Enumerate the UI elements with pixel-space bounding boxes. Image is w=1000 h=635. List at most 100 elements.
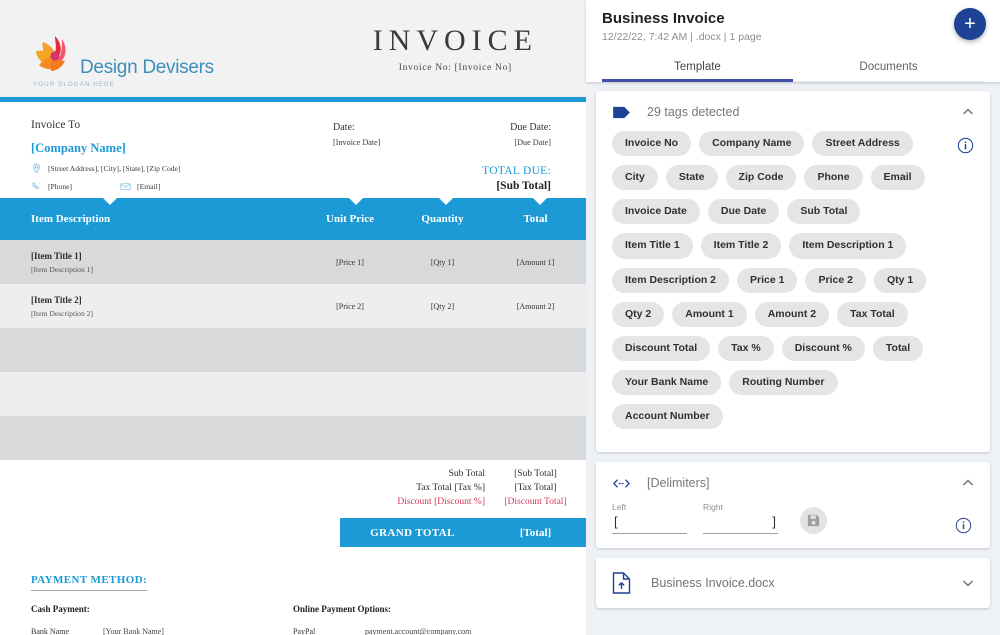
- delimiters-body: Left [ Right ]: [596, 502, 990, 548]
- tag-chip[interactable]: Amount 1: [672, 302, 746, 327]
- tab-template[interactable]: Template: [602, 52, 793, 81]
- page-title: Business Invoice: [602, 10, 984, 27]
- tag-chip[interactable]: Discount Total: [612, 336, 710, 361]
- bank-name-value: [Your Bank Name]: [103, 627, 164, 635]
- tags-detected-label: 29 tags detected: [647, 105, 960, 119]
- tag-chip[interactable]: City: [612, 165, 658, 190]
- total-due-value: [Sub Total]: [482, 180, 551, 192]
- invoice-title-block: INVOICE Invoice No: [Invoice No]: [373, 26, 538, 73]
- tag-chip[interactable]: Account Number: [612, 404, 723, 429]
- tag-chip[interactable]: Email: [871, 165, 925, 190]
- table-row: [Item Title 1] [Item Description 1] [Pri…: [0, 240, 586, 284]
- table-cell-quantity: [Qty 1]: [400, 258, 485, 267]
- payment-method-block: PAYMENT METHOD: Cash Payment: Bank Name …: [0, 547, 586, 635]
- right-delimiter-field[interactable]: Right ]: [703, 502, 778, 534]
- tag-chip[interactable]: Price 2: [805, 268, 865, 293]
- table-cell-amount: [Amount 1]: [485, 258, 586, 267]
- item-description: [Item Description 1]: [31, 265, 300, 274]
- app-root: Design Devisers YOUR SLOGAN HERE INVOICE…: [0, 0, 1000, 635]
- tag-list: Invoice No Company Name Street Address City…: [612, 131, 953, 438]
- invoice-table-header: Item Description Unit Price Quantity Tot…: [0, 198, 586, 240]
- table-row-empty: [0, 328, 586, 372]
- document-upload-icon: [612, 572, 631, 594]
- tag-chip[interactable]: Amount 2: [755, 302, 829, 327]
- paypal-key: PayPal: [293, 627, 365, 635]
- info-icon[interactable]: [955, 517, 972, 534]
- right-delimiter-input[interactable]: ]: [703, 513, 778, 534]
- invoice-number: Invoice No: [Invoice No]: [373, 63, 538, 73]
- tags-card: 29 tags detected Invoice No Company Name S…: [596, 91, 990, 452]
- tag-chip[interactable]: Street Address: [812, 131, 912, 156]
- invoice-date-label: Date:: [333, 122, 381, 133]
- tag-chip[interactable]: Invoice No: [612, 131, 691, 156]
- tags-section-header[interactable]: 29 tags detected: [596, 91, 990, 131]
- delimiters-label: [Delimiters]: [647, 476, 960, 490]
- tab-documents[interactable]: Documents: [793, 52, 984, 81]
- bank-name-key: Bank Name: [31, 627, 103, 635]
- file-card[interactable]: Business Invoice.docx: [596, 558, 990, 608]
- online-payment-column: Online Payment Options: PayPal payment.a…: [293, 604, 555, 635]
- template-side-panel: Business Invoice 12/22/22, 7:42 AM | .do…: [586, 0, 1000, 635]
- chevron-up-icon[interactable]: [960, 104, 976, 120]
- chevron-down-icon[interactable]: [960, 575, 976, 591]
- tax-label: Tax Total [Tax %]: [334, 483, 485, 493]
- billing-block: Invoice To [Company Name] [Street Addres…: [0, 102, 586, 198]
- delimiters-section-header[interactable]: [Delimiters]: [596, 462, 990, 502]
- item-title: [Item Title 1]: [31, 251, 300, 261]
- bill-to-block: Invoice To [Company Name] [Street Addres…: [31, 119, 180, 192]
- column-header-item-description: Item Description: [0, 213, 300, 225]
- totals-tax-row: Tax Total [Tax %] [Tax Total]: [0, 483, 586, 493]
- file-name-label: Business Invoice.docx: [651, 576, 960, 590]
- delimiters-card: [Delimiters] Left [ Right ]: [596, 462, 990, 548]
- chevron-up-icon[interactable]: [960, 475, 976, 491]
- tag-chip[interactable]: Item Description 1: [789, 233, 906, 258]
- tag-chip[interactable]: Discount %: [782, 336, 865, 361]
- info-icon[interactable]: [957, 137, 974, 154]
- table-cell-description: [Item Title 2] [Item Description 2]: [0, 295, 300, 318]
- tag-chip[interactable]: Qty 2: [612, 302, 664, 327]
- logo-slogan: YOUR SLOGAN HERE: [33, 81, 115, 88]
- tag-chip[interactable]: Tax %: [718, 336, 774, 361]
- tag-icon: [612, 106, 631, 119]
- paypal-row: PayPal payment.account@company.com: [293, 627, 555, 635]
- tag-chip[interactable]: Item Title 1: [612, 233, 693, 258]
- left-delimiter-field[interactable]: Left [: [612, 502, 687, 534]
- tag-chip[interactable]: Routing Number: [729, 370, 837, 395]
- table-cell-quantity: [Qty 2]: [400, 302, 485, 311]
- payment-method-title: PAYMENT METHOD:: [31, 574, 147, 591]
- item-title: [Item Title 2]: [31, 295, 300, 305]
- due-date-label: Due Date:: [482, 122, 551, 133]
- flame-logo-icon: [31, 32, 79, 78]
- tag-chip[interactable]: Total: [873, 336, 923, 361]
- bill-to-phone-row: [Phone]: [31, 181, 72, 192]
- grand-total-bar: GRAND TOTAL [Total]: [340, 518, 586, 547]
- tag-chip[interactable]: Item Title 2: [701, 233, 782, 258]
- header-notch-icon: [439, 198, 453, 205]
- tag-chip[interactable]: Zip Code: [726, 165, 797, 190]
- add-button[interactable]: +: [954, 8, 986, 40]
- tag-chip[interactable]: Company Name: [699, 131, 804, 156]
- discount-value: [Discount Total]: [485, 497, 586, 507]
- tag-chip[interactable]: Tax Total: [837, 302, 908, 327]
- invoice-header: Design Devisers YOUR SLOGAN HERE INVOICE…: [0, 0, 586, 97]
- phone-icon: [31, 181, 42, 192]
- tags-body: Invoice No Company Name Street Address City…: [596, 131, 990, 452]
- subtotal-label: Sub Total: [334, 469, 485, 479]
- email-icon: [120, 181, 131, 192]
- tag-chip[interactable]: Due Date: [708, 199, 780, 224]
- tag-chip[interactable]: Phone: [804, 165, 862, 190]
- table-row-empty: [0, 416, 586, 460]
- tag-chip[interactable]: Price 1: [737, 268, 797, 293]
- document-preview-pane[interactable]: Design Devisers YOUR SLOGAN HERE INVOICE…: [0, 0, 586, 635]
- table-row-empty: [0, 372, 586, 416]
- tag-chip[interactable]: Invoice Date: [612, 199, 700, 224]
- left-delimiter-input[interactable]: [: [612, 513, 687, 534]
- save-button[interactable]: [800, 507, 827, 534]
- tag-chip[interactable]: Qty 1: [874, 268, 926, 293]
- tag-chip[interactable]: Sub Total: [787, 199, 860, 224]
- tag-chip[interactable]: State: [666, 165, 718, 190]
- tag-chip[interactable]: Your Bank Name: [612, 370, 721, 395]
- company-logo: Design Devisers YOUR SLOGAN HERE: [31, 32, 214, 88]
- due-date-value: [Due Date]: [482, 138, 551, 147]
- tag-chip[interactable]: Item Description 2: [612, 268, 729, 293]
